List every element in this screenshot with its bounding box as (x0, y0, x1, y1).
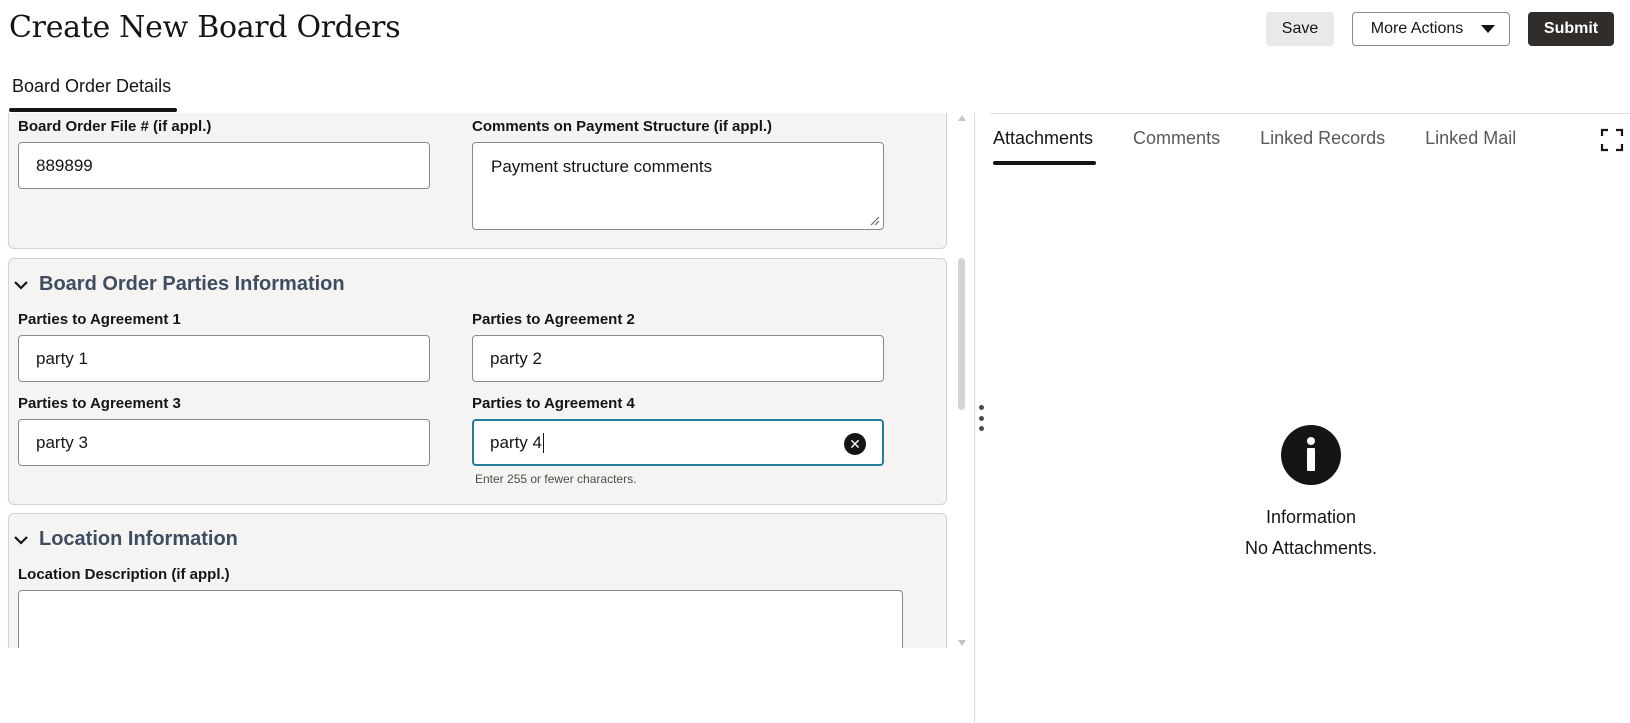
tab-linked-records[interactable]: Linked Records (1260, 128, 1385, 164)
attachments-empty-state: Information No Attachments. (1211, 425, 1411, 559)
chevron-down-icon[interactable] (13, 532, 29, 548)
text-cursor (542, 432, 544, 453)
party2-input[interactable]: party 2 (472, 335, 884, 382)
party1-input[interactable]: party 1 (18, 335, 430, 382)
parties-section-title: Board Order Parties Information (39, 273, 345, 295)
toolbar: Save More Actions Submit (1266, 12, 1614, 46)
splitter-dot (978, 405, 984, 410)
info-icon (1281, 425, 1341, 485)
splitter-dot (978, 415, 984, 421)
file-number-label: Board Order File # (if appl.) (18, 118, 212, 135)
empty-state-title: Information (1265, 507, 1357, 527)
chevron-down-icon[interactable] (13, 277, 29, 293)
more-actions-button[interactable]: More Actions (1352, 12, 1510, 46)
page-title: Create New Board Orders (9, 10, 401, 45)
tab-label: Board Order Details (12, 76, 172, 96)
tab-label: Linked Records (1260, 128, 1386, 148)
clear-icon[interactable]: ✕ (844, 433, 866, 455)
side-panel-top-divider (990, 113, 1630, 114)
scrollbar-thumb[interactable] (958, 258, 965, 410)
party2-value: party 2 (490, 348, 542, 368)
panel-splitter-handle[interactable] (977, 405, 985, 431)
form-scrollbar[interactable] (955, 113, 969, 648)
party4-label: Parties to Agreement 4 (472, 395, 635, 412)
tab-attachments[interactable]: Attachments (993, 128, 1097, 165)
resize-grip-icon[interactable] (870, 216, 880, 226)
party3-input[interactable]: party 3 (18, 419, 430, 466)
party3-label: Parties to Agreement 3 (18, 395, 181, 412)
panel-divider (974, 113, 975, 723)
file-number-input[interactable]: 889899 (18, 142, 430, 189)
payment-comments-value: Payment structure comments (491, 157, 713, 176)
fullscreen-icon[interactable] (1600, 128, 1624, 152)
payment-comments-label: Comments on Payment Structure (if appl.) (472, 118, 773, 135)
tab-label: Linked Mail (1425, 128, 1517, 148)
tab-label: Attachments (993, 128, 1094, 148)
payment-comments-textarea[interactable]: Payment structure comments (472, 142, 884, 230)
party1-value: party 1 (36, 348, 88, 368)
tab-board-order-details[interactable]: Board Order Details (9, 76, 178, 112)
scroll-up-arrow-icon[interactable] (958, 115, 966, 121)
parties-section: Board Order Parties Information Parties … (8, 258, 947, 505)
party3-value: party 3 (36, 432, 88, 452)
submit-button[interactable]: Submit (1528, 12, 1614, 46)
location-section-title: Location Information (39, 528, 238, 550)
party1-label: Parties to Agreement 1 (18, 311, 181, 328)
form-panel: Board Order File # (if appl.) 889899 Com… (8, 113, 958, 648)
tab-comments[interactable]: Comments (1133, 128, 1220, 164)
splitter-dot (978, 426, 984, 431)
save-button[interactable]: Save (1266, 12, 1334, 46)
general-section: Board Order File # (if appl.) 889899 Com… (8, 113, 947, 249)
location-section: Location Information Location Descriptio… (8, 513, 947, 648)
caret-down-icon (1481, 25, 1496, 33)
location-description-label: Location Description (if appl.) (18, 566, 230, 583)
empty-state-message: No Attachments. (1244, 538, 1378, 558)
party4-value: party 4 (490, 432, 542, 452)
party2-label: Parties to Agreement 2 (472, 311, 635, 328)
side-panel-tabs: Attachments Comments Linked Records Link… (993, 128, 1516, 165)
more-actions-label: More Actions (1370, 20, 1464, 37)
tab-linked-mail[interactable]: Linked Mail (1425, 128, 1516, 164)
parties-section-header[interactable]: Board Order Parties Information (13, 273, 345, 296)
active-tab-indicator (993, 161, 1097, 165)
party4-helper-text: Enter 255 or fewer characters. (475, 472, 637, 486)
scroll-down-arrow-icon[interactable] (958, 640, 966, 646)
location-section-header[interactable]: Location Information (13, 528, 238, 551)
file-number-value: 889899 (36, 155, 93, 175)
active-tab-indicator (9, 108, 178, 112)
location-description-textarea[interactable] (18, 590, 903, 648)
tab-label: Comments (1133, 128, 1221, 148)
party4-input[interactable]: party 4 ✕ (472, 419, 884, 466)
